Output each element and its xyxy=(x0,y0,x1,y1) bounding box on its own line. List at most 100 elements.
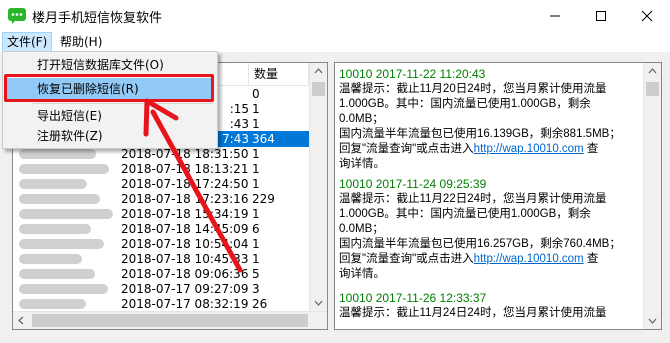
minimize-icon xyxy=(550,15,560,17)
count-cell: 1 xyxy=(252,102,260,116)
blurred-contact xyxy=(19,239,104,249)
list-vertical-scrollbar[interactable] xyxy=(309,63,327,311)
menu-help[interactable]: 帮助(H) xyxy=(56,33,106,51)
contact-cell-blurred xyxy=(13,296,117,312)
menu-item-register[interactable]: 注册软件(Z) xyxy=(5,125,213,147)
menu-item-open-database[interactable]: 打开短信数据库文件(O) xyxy=(5,54,213,76)
count-cell: 0 xyxy=(252,87,260,101)
count-cell: 1 xyxy=(252,252,260,266)
count-cell: 1 xyxy=(252,237,260,251)
maximize-icon xyxy=(596,11,606,21)
minimize-button[interactable] xyxy=(532,0,578,32)
horizontal-thumb[interactable] xyxy=(32,314,308,327)
message-vertical-scrollbar[interactable] xyxy=(643,63,661,329)
menu-file[interactable]: 文件(F) xyxy=(2,32,53,52)
count-cell: 229 xyxy=(252,192,275,206)
count-cell: 1 xyxy=(252,147,260,161)
count-cell: 364 xyxy=(249,131,310,147)
scroll-up-button[interactable] xyxy=(310,63,327,80)
message-block: 10010 2017-11-26 12:33:37 温馨提示：截止11月24日2… xyxy=(339,291,625,321)
maximize-button[interactable] xyxy=(578,0,624,32)
message-line: 回复"流量查询"或点击进入http://wap.10010.com 查 xyxy=(339,142,625,157)
message-link[interactable]: http://wap.10010.com xyxy=(474,143,584,155)
contact-cell-blurred xyxy=(13,161,117,177)
table-row[interactable]: 2018-07-18 09:06:36 5 xyxy=(13,266,309,282)
header-count[interactable]: 数量 xyxy=(249,63,309,85)
date-cell: 2018-07-18 10:45:33 xyxy=(121,252,249,266)
scroll-down-button[interactable] xyxy=(310,294,327,311)
blurred-contact xyxy=(19,284,108,294)
message-block: 10010 2017-11-24 09:25:39 温馨提示：截止11月22日2… xyxy=(339,177,625,282)
message-link[interactable]: http://wap.10010.com xyxy=(474,253,584,265)
menu-item-export[interactable]: 导出短信(E) xyxy=(5,105,213,127)
table-row[interactable]: 2018-07-18 15:34:19 1 xyxy=(13,206,309,222)
date-cell: 2018-07-18 15:34:19 xyxy=(121,207,249,221)
blurred-contact xyxy=(19,209,113,219)
contact-cell-blurred xyxy=(13,206,117,222)
scroll-up-button[interactable] xyxy=(644,63,661,80)
scroll-thumb[interactable] xyxy=(312,82,325,96)
message-text: 回复"流量查询"或点击进入 xyxy=(339,143,474,155)
table-row[interactable]: 2018-07-18 10:45:33 1 xyxy=(13,251,309,267)
close-icon xyxy=(641,10,653,22)
table-row[interactable]: 2018-07-17 08:32:19 26 xyxy=(13,296,309,312)
count-cell: 3 xyxy=(252,282,260,296)
arrow-down-icon xyxy=(648,318,657,324)
contact-cell-blurred xyxy=(13,281,117,297)
message-line: 回复"流量查询"或点击进入http://wap.10010.com 查 xyxy=(339,252,625,267)
count-cell: 1 xyxy=(252,162,260,176)
table-row[interactable]: 2018-07-18 17:24:50 1 xyxy=(13,176,309,192)
table-row[interactable]: 2018-07-17 09:27:09 3 xyxy=(13,281,309,297)
date-cell: 2018-07-18 18:13:21 xyxy=(121,162,249,176)
blurred-contact xyxy=(19,254,82,264)
blurred-contact xyxy=(19,164,109,174)
message-line: 国内流量半年流量包已使用16.139GB，剩余881.5MB； xyxy=(339,128,621,140)
contact-cell-blurred xyxy=(13,266,117,282)
contact-cell-blurred xyxy=(13,176,117,192)
message-line: 国内流量半年流量包已使用16.257GB，剩余760.4MB； xyxy=(339,238,621,250)
table-row[interactable]: 2018-07-18 14:45:09 6 xyxy=(13,221,309,237)
message-line: 温馨提示：截止11月20日24时，您当月累计使用流量 xyxy=(339,83,607,95)
table-row[interactable]: 2018-07-18 10:54:04 1 xyxy=(13,236,309,252)
contact-cell-blurred xyxy=(13,221,117,237)
menu-bar: 文件(F) 帮助(H) xyxy=(0,32,670,52)
message-header: 10010 2017-11-24 09:25:39 xyxy=(339,177,487,191)
message-text: 查 xyxy=(583,253,599,265)
count-cell: 26 xyxy=(252,297,268,311)
count-cell: 1 xyxy=(252,177,260,191)
blurred-contact xyxy=(19,179,87,189)
blurred-contact xyxy=(19,194,100,204)
blurred-contact xyxy=(19,299,86,309)
message-view[interactable]: 10010 2017-11-22 11:20:43 温馨提示：截止11月20日2… xyxy=(334,62,662,330)
date-cell: 2018-07-18 17:23:16 xyxy=(121,192,249,206)
message-text: 查 xyxy=(583,143,599,155)
scroll-down-button[interactable] xyxy=(644,312,661,329)
blurred-contact xyxy=(19,149,96,159)
message-text: 回复"流量查询"或点击进入 xyxy=(339,253,474,265)
count-cell: 1 xyxy=(252,117,260,131)
table-row[interactable]: 2018-07-18 17:23:16 229 xyxy=(13,191,309,207)
close-button[interactable] xyxy=(624,0,670,32)
message-line: 1.000GB。其中：国内流量已使用1.000GB，剩余0.0MB； xyxy=(339,98,591,125)
menu-item-label: 导出短信(E) xyxy=(37,109,102,123)
menu-separator xyxy=(33,103,213,104)
table-row[interactable]: 2018-07-18 18:13:21 1 xyxy=(13,161,309,177)
message-line: 温馨提示：截止11月22日24时，您当月累计使用流量 xyxy=(339,193,607,205)
window-title: 楼月手机短信恢复软件 xyxy=(32,11,163,26)
date-cell: 2018-07-18 17:24:50 xyxy=(121,177,249,191)
message-line: 询详情。 xyxy=(339,268,385,280)
date-cell: 2018-07-17 09:27:09 xyxy=(121,282,249,296)
title-bar: 楼月手机短信恢复软件 xyxy=(0,0,670,32)
menu-item-label: 注册软件(Z) xyxy=(37,129,103,143)
scroll-left-button[interactable] xyxy=(13,312,30,329)
date-cell: 2018-07-18 14:45:09 xyxy=(121,222,249,236)
date-cell: 2018-07-18 10:54:04 xyxy=(121,237,249,251)
blurred-contact xyxy=(19,269,95,279)
arrow-left-icon xyxy=(18,316,24,325)
count-cell: 5 xyxy=(252,267,260,281)
message-block: 10010 2017-11-22 11:20:43 温馨提示：截止11月20日2… xyxy=(339,67,625,172)
chat-bubble-icon xyxy=(8,8,26,24)
scroll-thumb[interactable] xyxy=(646,82,659,96)
list-horizontal-scrollbar[interactable] xyxy=(13,311,327,329)
message-line: 1.000GB。其中：国内流量已使用1.000GB，剩余0.0MB； xyxy=(339,208,591,235)
